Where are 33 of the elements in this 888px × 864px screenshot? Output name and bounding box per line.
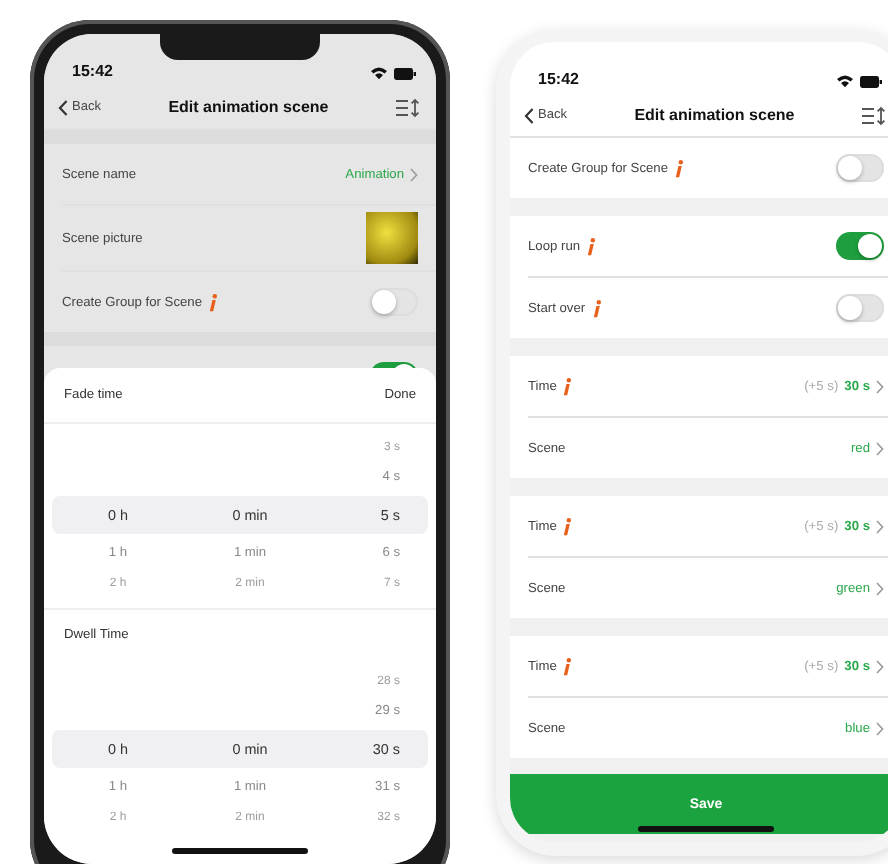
info-icon[interactable] xyxy=(562,517,573,535)
info-icon[interactable] xyxy=(562,377,573,395)
home-indicator xyxy=(172,848,308,854)
chevron-icon xyxy=(876,721,884,735)
chevron-icon xyxy=(876,379,884,393)
chevron-icon xyxy=(410,167,418,181)
info-icon[interactable] xyxy=(562,657,573,675)
info-icon[interactable] xyxy=(674,159,685,177)
wifi-icon xyxy=(836,74,854,88)
chevron-icon xyxy=(876,581,884,595)
toggle-switch[interactable] xyxy=(836,294,884,322)
back-chevron-icon xyxy=(524,107,534,123)
toggle-switch[interactable] xyxy=(370,288,418,316)
chevron-icon xyxy=(876,519,884,533)
toggle-switch[interactable] xyxy=(836,232,884,260)
chevron-icon xyxy=(876,659,884,673)
info-icon[interactable] xyxy=(586,237,597,255)
battery-icon xyxy=(860,75,882,87)
chevron-icon xyxy=(876,441,884,455)
sort-icon[interactable] xyxy=(395,97,420,117)
photo-placeholder[interactable] xyxy=(366,212,418,264)
info-icon[interactable] xyxy=(591,299,602,317)
toggle-switch[interactable] xyxy=(836,154,884,182)
back-chevron-icon xyxy=(58,99,68,115)
status-time: 15:42 xyxy=(72,62,113,80)
screen-title: Edit animation scene xyxy=(634,106,795,124)
status-time: 15:42 xyxy=(538,70,579,88)
home-indicator xyxy=(638,826,774,832)
screen-title: Edit animation scene xyxy=(168,98,329,116)
sort-icon[interactable] xyxy=(861,105,886,125)
info-icon[interactable] xyxy=(208,293,219,311)
wifi-icon xyxy=(370,66,388,80)
battery-icon xyxy=(394,67,416,79)
